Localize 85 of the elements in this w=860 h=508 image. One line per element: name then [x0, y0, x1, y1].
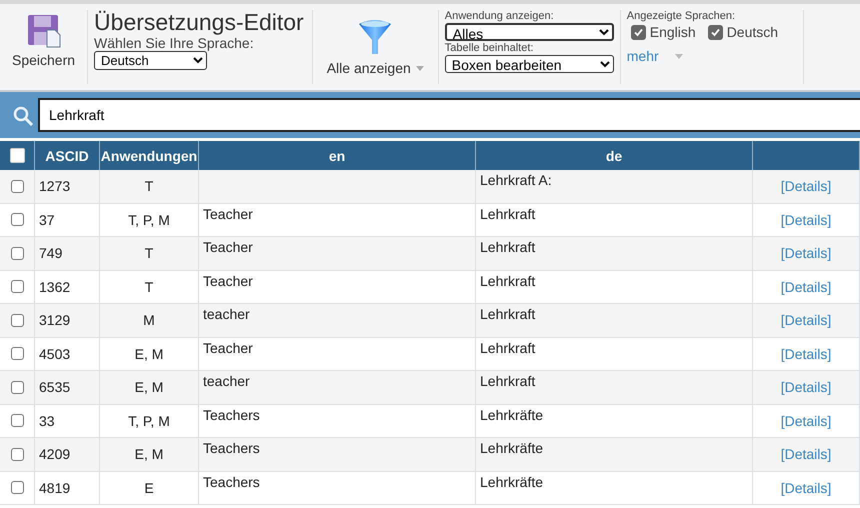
details-link[interactable]: [Details]	[780, 379, 832, 396]
language-checkbox[interactable]: English	[630, 24, 696, 40]
language-label: Wählen Sie Ihre Sprache:	[94, 36, 255, 52]
caret-icon	[416, 66, 424, 70]
application-select[interactable]: Alles	[444, 23, 614, 42]
translation-field[interactable]: Lehrkraft	[476, 204, 753, 237]
row-checkbox[interactable]	[10, 414, 24, 428]
ascid-cell: 37	[35, 204, 100, 237]
row-checkbox[interactable]	[10, 213, 24, 226]
row-checkbox[interactable]	[10, 347, 24, 360]
translation-field[interactable]: teacher	[199, 304, 476, 338]
applications-cell: T	[100, 237, 199, 270]
translation-field[interactable]	[199, 170, 476, 204]
applications-cell: M	[100, 304, 199, 338]
row-checkbox[interactable]	[10, 448, 24, 461]
row-checkbox[interactable]	[10, 481, 24, 494]
details-link[interactable]: [Details]	[780, 245, 832, 262]
applications-cell: T, P, M	[100, 404, 199, 438]
search-field[interactable]: Lehrkraft	[38, 98, 860, 132]
caret-icon	[674, 54, 683, 59]
details-link[interactable]: [Details]	[780, 412, 832, 429]
search-icon	[12, 105, 34, 127]
select-all-checkbox[interactable]	[10, 148, 24, 163]
applications-cell: E, M	[100, 371, 199, 404]
column-header: ASCID	[35, 141, 100, 170]
row-checkbox[interactable]	[10, 380, 24, 394]
checkmark-icon	[634, 28, 643, 37]
translation-field[interactable]: Lehrkraft	[476, 338, 753, 371]
details-link[interactable]: [Details]	[780, 446, 832, 462]
translation-field[interactable]: Lehrkraft	[476, 371, 753, 404]
details-link[interactable]: [Details]	[780, 212, 832, 228]
ascid-cell: 749	[35, 237, 100, 270]
translation-field[interactable]: Lehrkräfte	[476, 472, 753, 505]
ascid-cell: 4209	[35, 438, 100, 472]
translation-field[interactable]: Teachers	[199, 472, 476, 505]
ascid-cell: 1273	[35, 170, 100, 204]
translation-field[interactable]: Lehrkräfte	[476, 438, 753, 472]
applications-cell: E, M	[100, 438, 199, 472]
details-link[interactable]: [Details]	[780, 278, 832, 295]
applications-cell: E, M	[100, 338, 199, 371]
table-label: Tabelle beinhaltet:	[444, 42, 534, 54]
column-header: en	[199, 141, 476, 170]
table-select[interactable]: Boxen bearbeiten	[444, 55, 614, 74]
translation-field[interactable]: Lehrkraft	[476, 270, 753, 304]
save-button[interactable]: Speichern	[6, 10, 82, 72]
applications-cell: T	[100, 270, 199, 304]
details-link[interactable]: [Details]	[780, 346, 832, 362]
funnel-icon	[357, 18, 394, 56]
column-header: Anwendungen	[100, 141, 199, 170]
application-label: Anwendung anzeigen:	[444, 10, 555, 22]
translation-field[interactable]: Teacher	[199, 338, 476, 371]
language-checkbox[interactable]: Deutsch	[708, 24, 778, 40]
languages-label: Angezeigte Sprachen:	[626, 10, 736, 22]
row-checkbox[interactable]	[10, 246, 24, 260]
translation-field[interactable]: Teacher	[199, 270, 476, 304]
ascid-cell: 33	[35, 404, 100, 438]
translation-field[interactable]: Teachers	[199, 438, 476, 472]
checkmark-icon	[710, 28, 720, 37]
filter-button[interactable]: Alle anzeigen	[318, 18, 432, 76]
row-checkbox[interactable]	[10, 180, 24, 193]
translation-field[interactable]: Lehrkraft A:	[476, 170, 753, 204]
more-link[interactable]: mehr	[626, 48, 659, 64]
language-select[interactable]: Deutsch	[94, 51, 208, 70]
editor-title: Übersetzungs-Editor	[94, 10, 304, 34]
translation-field[interactable]: Lehrkraft	[476, 304, 753, 338]
translation-field[interactable]: Lehrkraft	[476, 237, 753, 270]
translation-field[interactable]: Lehrkräfte	[476, 404, 753, 438]
translation-field[interactable]: Teachers	[199, 404, 476, 438]
ascid-cell: 4503	[35, 338, 100, 371]
details-link[interactable]: [Details]	[780, 480, 832, 496]
translation-field[interactable]: Teacher	[199, 204, 476, 237]
row-checkbox[interactable]	[10, 314, 24, 327]
ascid-cell: 3129	[35, 304, 100, 338]
applications-cell: T	[100, 170, 199, 204]
translation-field[interactable]: teacher	[199, 371, 476, 404]
details-link[interactable]: [Details]	[780, 178, 832, 194]
ascid-cell: 1362	[35, 270, 100, 304]
column-header: de	[476, 141, 753, 170]
ascid-cell: 4819	[35, 472, 100, 505]
applications-cell: T, P, M	[100, 204, 199, 237]
translation-field[interactable]: Teacher	[199, 237, 476, 270]
applications-cell: E	[100, 472, 199, 505]
row-checkbox[interactable]	[10, 280, 24, 294]
details-link[interactable]: [Details]	[780, 312, 832, 328]
ascid-cell: 6535	[35, 371, 100, 404]
